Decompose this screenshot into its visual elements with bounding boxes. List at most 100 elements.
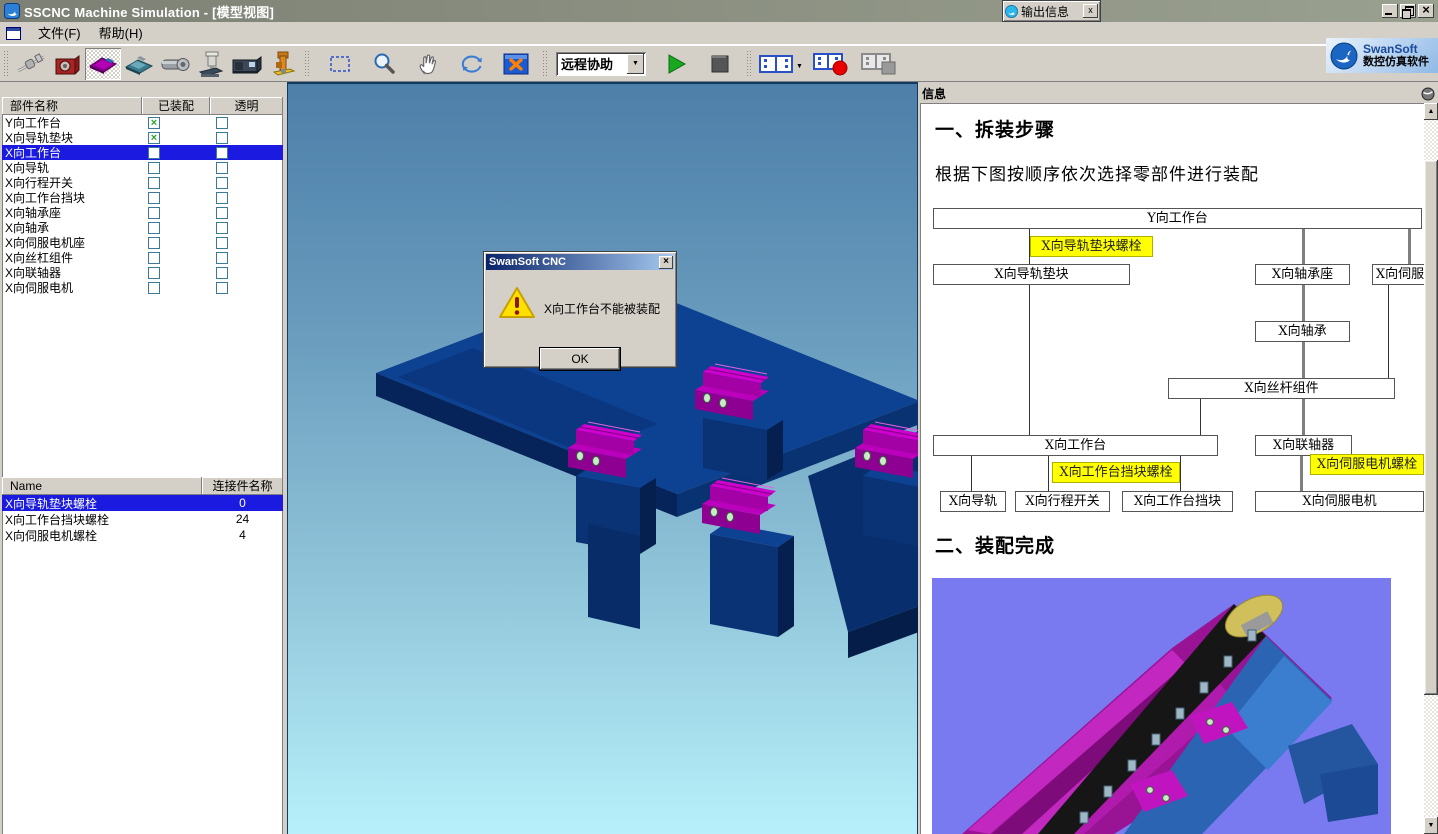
ok-button[interactable]: OK	[540, 348, 620, 370]
column-header-name[interactable]: Name	[2, 477, 202, 495]
viewport-3d[interactable]: SwanSoft CNC × X向工作台不能被装配 OK	[287, 82, 918, 834]
flowchart-node-x-servo-bolt: X向伺服电机螺栓	[1310, 454, 1424, 475]
flowchart-node-y-worktable: Y向工作台	[933, 208, 1422, 229]
transparent-checkbox[interactable]	[216, 237, 228, 249]
table-row[interactable]: X向伺服电机座	[2, 235, 283, 250]
assembled-checkbox[interactable]	[148, 237, 160, 249]
info-scrollbar[interactable]	[1424, 103, 1438, 834]
table-row[interactable]: X向导轨垫块	[2, 130, 283, 145]
table-row[interactable]: X向导轨	[2, 160, 283, 175]
machine-button-milling-machine[interactable]	[193, 48, 229, 80]
film-dropdown-icon[interactable]	[796, 57, 803, 71]
play-button[interactable]	[658, 48, 694, 80]
left-panel: 部件名称 已装配 透明 Y向工作台X向导轨垫块X向工作台X向导轨X向行程开关X向…	[0, 82, 285, 834]
table-row[interactable]: X向工作台挡块	[2, 190, 283, 205]
transparent-checkbox[interactable]	[216, 147, 228, 159]
machine-button-spindle[interactable]	[157, 48, 193, 80]
select-rect-icon[interactable]	[322, 48, 358, 80]
fit-view-icon[interactable]	[498, 48, 534, 80]
dialog-close-icon[interactable]: ×	[659, 256, 673, 269]
flowchart-connector	[1200, 399, 1201, 436]
dialog-title-bar[interactable]: SwanSoft CNC ×	[486, 254, 674, 270]
assembled-checkbox[interactable]	[148, 252, 160, 264]
assembled-checkbox[interactable]	[148, 162, 160, 174]
assembled-machine-preview	[932, 578, 1391, 834]
film-play-icon[interactable]	[756, 48, 796, 80]
assembled-checkbox[interactable]	[148, 267, 160, 279]
toolbar-drag-handle[interactable]	[3, 51, 10, 77]
assembled-checkbox[interactable]	[148, 207, 160, 219]
scroll-down-icon[interactable]	[1424, 817, 1438, 834]
menu-help[interactable]: 帮助(H)	[90, 22, 152, 45]
brand-name: SwanSoft	[1363, 43, 1429, 56]
minimize-icon[interactable]	[1382, 4, 1398, 18]
scrollbar-thumb[interactable]	[1424, 160, 1438, 695]
machine-button-cnc-lathe[interactable]	[229, 48, 265, 80]
assembled-checkbox[interactable]	[148, 147, 160, 159]
column-header-part-name[interactable]: 部件名称	[2, 97, 142, 115]
mdi-child-icon[interactable]	[6, 27, 21, 40]
table-row[interactable]: X向轴承座	[2, 205, 283, 220]
column-header-connector[interactable]: 连接件名称	[202, 477, 283, 495]
restore-icon[interactable]	[1400, 4, 1416, 18]
list-item[interactable]: X向工作台挡块螺栓24	[2, 511, 283, 527]
flowchart-node-x-rail-pad-bolt: X向导轨垫块螺栓	[1030, 236, 1153, 257]
flowchart-connector	[1180, 456, 1181, 492]
menu-file[interactable]: 文件(F)	[29, 22, 90, 45]
machine-button-tool-press[interactable]	[265, 48, 301, 80]
close-icon[interactable]	[1418, 4, 1434, 18]
transparent-checkbox[interactable]	[216, 207, 228, 219]
table-row[interactable]: X向联轴器	[2, 265, 283, 280]
machine-button-ballscrew[interactable]	[13, 48, 49, 80]
list-item[interactable]: X向导轨垫块螺栓0	[2, 495, 283, 511]
machine-button-worktable-part[interactable]	[85, 48, 121, 80]
assembled-checkbox[interactable]	[148, 282, 160, 294]
remote-assist-label: 远程协助	[556, 54, 627, 73]
film-stop-icon[interactable]	[859, 48, 899, 80]
transparent-checkbox[interactable]	[216, 282, 228, 294]
film-record-icon[interactable]	[811, 48, 851, 80]
pan-hand-icon[interactable]	[410, 48, 446, 80]
zoom-icon[interactable]	[366, 48, 402, 80]
assembled-checkbox[interactable]	[148, 192, 160, 204]
flowchart-connector	[1300, 456, 1303, 492]
column-header-transparent[interactable]: 透明	[210, 97, 283, 115]
table-row[interactable]: X向丝杠组件	[2, 250, 283, 265]
transparent-checkbox[interactable]	[216, 267, 228, 279]
column-header-assembled[interactable]: 已装配	[142, 97, 210, 115]
stop-button[interactable]	[702, 48, 738, 80]
transparent-checkbox[interactable]	[216, 222, 228, 234]
transparent-checkbox[interactable]	[216, 177, 228, 189]
output-info-window[interactable]: 输出信息 x	[1003, 1, 1100, 21]
machine-button-saddle[interactable]	[121, 48, 157, 80]
table-row[interactable]: Y向工作台	[2, 115, 283, 130]
toolbar-separator-1	[304, 51, 311, 77]
assembled-checkbox[interactable]	[148, 117, 160, 129]
remote-assist-combo[interactable]: 远程协助	[556, 52, 646, 76]
flowchart-node-x-servo-motor: X向伺服电机	[1255, 491, 1424, 512]
assembled-checkbox[interactable]	[148, 132, 160, 144]
globe-icon[interactable]	[1421, 87, 1435, 101]
list-item[interactable]: X向伺服电机螺栓4	[2, 527, 283, 543]
main-area: 部件名称 已装配 透明 Y向工作台X向导轨垫块X向工作台X向导轨X向行程开关X向…	[0, 82, 1438, 834]
section1-heading: 一、拆装步骤	[935, 115, 1055, 142]
table-row[interactable]: X向轴承	[2, 220, 283, 235]
parts-table: 部件名称 已装配 透明 Y向工作台X向导轨垫块X向工作台X向导轨X向行程开关X向…	[2, 97, 283, 295]
assembled-checkbox[interactable]	[148, 222, 160, 234]
table-row[interactable]: X向行程开关	[2, 175, 283, 190]
warning-dialog: SwanSoft CNC × X向工作台不能被装配 OK	[484, 252, 676, 367]
transparent-checkbox[interactable]	[216, 192, 228, 204]
transparent-checkbox[interactable]	[216, 252, 228, 264]
combo-dropdown-icon[interactable]	[627, 54, 644, 74]
machine-button-headstock[interactable]	[49, 48, 85, 80]
table-row[interactable]: X向工作台	[2, 145, 283, 160]
table-row[interactable]: X向伺服电机	[2, 280, 283, 295]
output-close-icon[interactable]: x	[1083, 4, 1098, 18]
scroll-up-icon[interactable]	[1424, 103, 1438, 120]
toolbar-separator-3	[746, 51, 753, 77]
assembled-checkbox[interactable]	[148, 177, 160, 189]
transparent-checkbox[interactable]	[216, 117, 228, 129]
rotate-icon[interactable]	[454, 48, 490, 80]
transparent-checkbox[interactable]	[216, 162, 228, 174]
transparent-checkbox[interactable]	[216, 132, 228, 144]
